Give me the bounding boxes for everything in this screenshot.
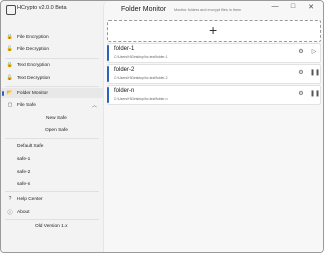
sidebar-item-label: Text Encryption bbox=[17, 62, 50, 68]
sidebar-item-help-center[interactable]: ? Help Center bbox=[1, 194, 103, 204]
sidebar-item-about[interactable]: ⓘ About bbox=[1, 207, 103, 217]
folder-path: C:\Users\H\Desktop\hc-test\folder-n bbox=[114, 97, 168, 101]
unlock-icon: 🔓 bbox=[6, 46, 14, 52]
sidebar: 🔒 File Encryption 🔓 File Decryption 🔒 Te… bbox=[1, 27, 103, 252]
sidebar-item-file-decryption[interactable]: 🔓 File Decryption bbox=[1, 44, 103, 54]
folder-name: folder-1 bbox=[114, 46, 135, 52]
selection-indicator bbox=[107, 45, 109, 61]
play-icon[interactable]: ▷ bbox=[310, 48, 318, 55]
app-logo-icon bbox=[6, 5, 16, 15]
info-icon: ⓘ bbox=[7, 209, 13, 216]
page-title: Folder Monitor bbox=[121, 6, 167, 13]
add-folder-button[interactable]: + bbox=[107, 20, 321, 42]
main-panel: Folder Monitor Monitor folders and encry… bbox=[103, 1, 323, 252]
plus-icon: + bbox=[209, 22, 218, 38]
sidebar-item-label: Help Center bbox=[17, 196, 43, 202]
lock-icon: 🔒 bbox=[6, 34, 14, 40]
sidebar-item-text-encryption[interactable]: 🔒 Text Encryption bbox=[1, 60, 103, 70]
unlock-icon: 🔓 bbox=[6, 75, 14, 81]
folder-path: C:\Users\H\Desktop\hc-test\folder-2 bbox=[114, 76, 168, 80]
app-window: HCrypto v2.0.0 Beta 🔒 File Encryption 🔓 … bbox=[0, 0, 324, 253]
divider bbox=[5, 58, 99, 59]
selection-indicator bbox=[107, 87, 109, 103]
sidebar-item-folder-monitor[interactable]: 📂 Folder Monitor bbox=[1, 88, 103, 98]
folder-path: C:\Users\H\Desktop\hc-test\folder-1 bbox=[114, 55, 168, 59]
sidebar-item-label: Folder Monitor bbox=[17, 90, 48, 96]
folder-name: folder-n bbox=[114, 88, 135, 94]
divider bbox=[5, 86, 99, 87]
pause-icon[interactable]: ❚❚ bbox=[310, 90, 320, 97]
divider bbox=[5, 138, 99, 139]
sidebar-item-label: Text Decryption bbox=[17, 75, 51, 81]
title-bar: HCrypto v2.0.0 Beta bbox=[1, 1, 101, 27]
sidebar-item-label: About bbox=[17, 209, 30, 215]
divider bbox=[5, 191, 99, 192]
safe-item-default[interactable]: Default Safe bbox=[17, 144, 43, 149]
app-title: HCrypto v2.0.0 Beta bbox=[17, 5, 67, 11]
sidebar-item-label: File Safe bbox=[17, 102, 36, 108]
settings-icon[interactable]: ⚙ bbox=[297, 48, 305, 55]
folder-name: folder-2 bbox=[114, 67, 135, 73]
divider bbox=[5, 219, 99, 220]
safe-item[interactable]: safe-n bbox=[17, 182, 30, 187]
new-safe-button[interactable]: New Safe bbox=[46, 116, 67, 121]
folder-icon: 📂 bbox=[6, 90, 14, 96]
maximize-icon[interactable]: □ bbox=[286, 3, 300, 10]
sidebar-item-file-safe[interactable]: ▢ File Safe ︿ bbox=[1, 100, 103, 110]
old-version-link[interactable]: Old Version 1.x bbox=[35, 224, 68, 229]
close-icon[interactable]: ✕ bbox=[304, 3, 318, 11]
sidebar-item-label: File Decryption bbox=[17, 46, 49, 52]
settings-icon[interactable]: ⚙ bbox=[297, 90, 305, 97]
folder-card[interactable]: folder-1 C:\Users\H\Desktop\hc-test\fold… bbox=[107, 43, 321, 63]
pause-icon[interactable]: ❚❚ bbox=[310, 69, 320, 76]
safe-item[interactable]: safe-2 bbox=[17, 170, 30, 175]
folder-card[interactable]: folder-2 C:\Users\H\Desktop\hc-test\fold… bbox=[107, 64, 321, 84]
selection-indicator bbox=[107, 66, 109, 82]
sidebar-item-file-encryption[interactable]: 🔒 File Encryption bbox=[1, 32, 103, 42]
minimize-icon[interactable]: — bbox=[268, 3, 282, 10]
sidebar-item-text-decryption[interactable]: 🔓 Text Decryption bbox=[1, 73, 103, 83]
settings-icon[interactable]: ⚙ bbox=[297, 69, 305, 76]
page-subtitle: Monitor folders and encrypt files in the… bbox=[174, 8, 242, 12]
help-icon: ? bbox=[8, 196, 12, 202]
safe-item[interactable]: safe-1 bbox=[17, 157, 30, 162]
lock-icon: 🔒 bbox=[6, 62, 14, 68]
open-safe-button[interactable]: Open Safe bbox=[45, 128, 68, 133]
sidebar-item-label: File Encryption bbox=[17, 34, 49, 40]
chevron-up-icon[interactable]: ︿ bbox=[92, 102, 97, 109]
folder-card[interactable]: folder-n C:\Users\H\Desktop\hc-test\fold… bbox=[107, 85, 321, 105]
safe-icon: ▢ bbox=[7, 102, 13, 108]
